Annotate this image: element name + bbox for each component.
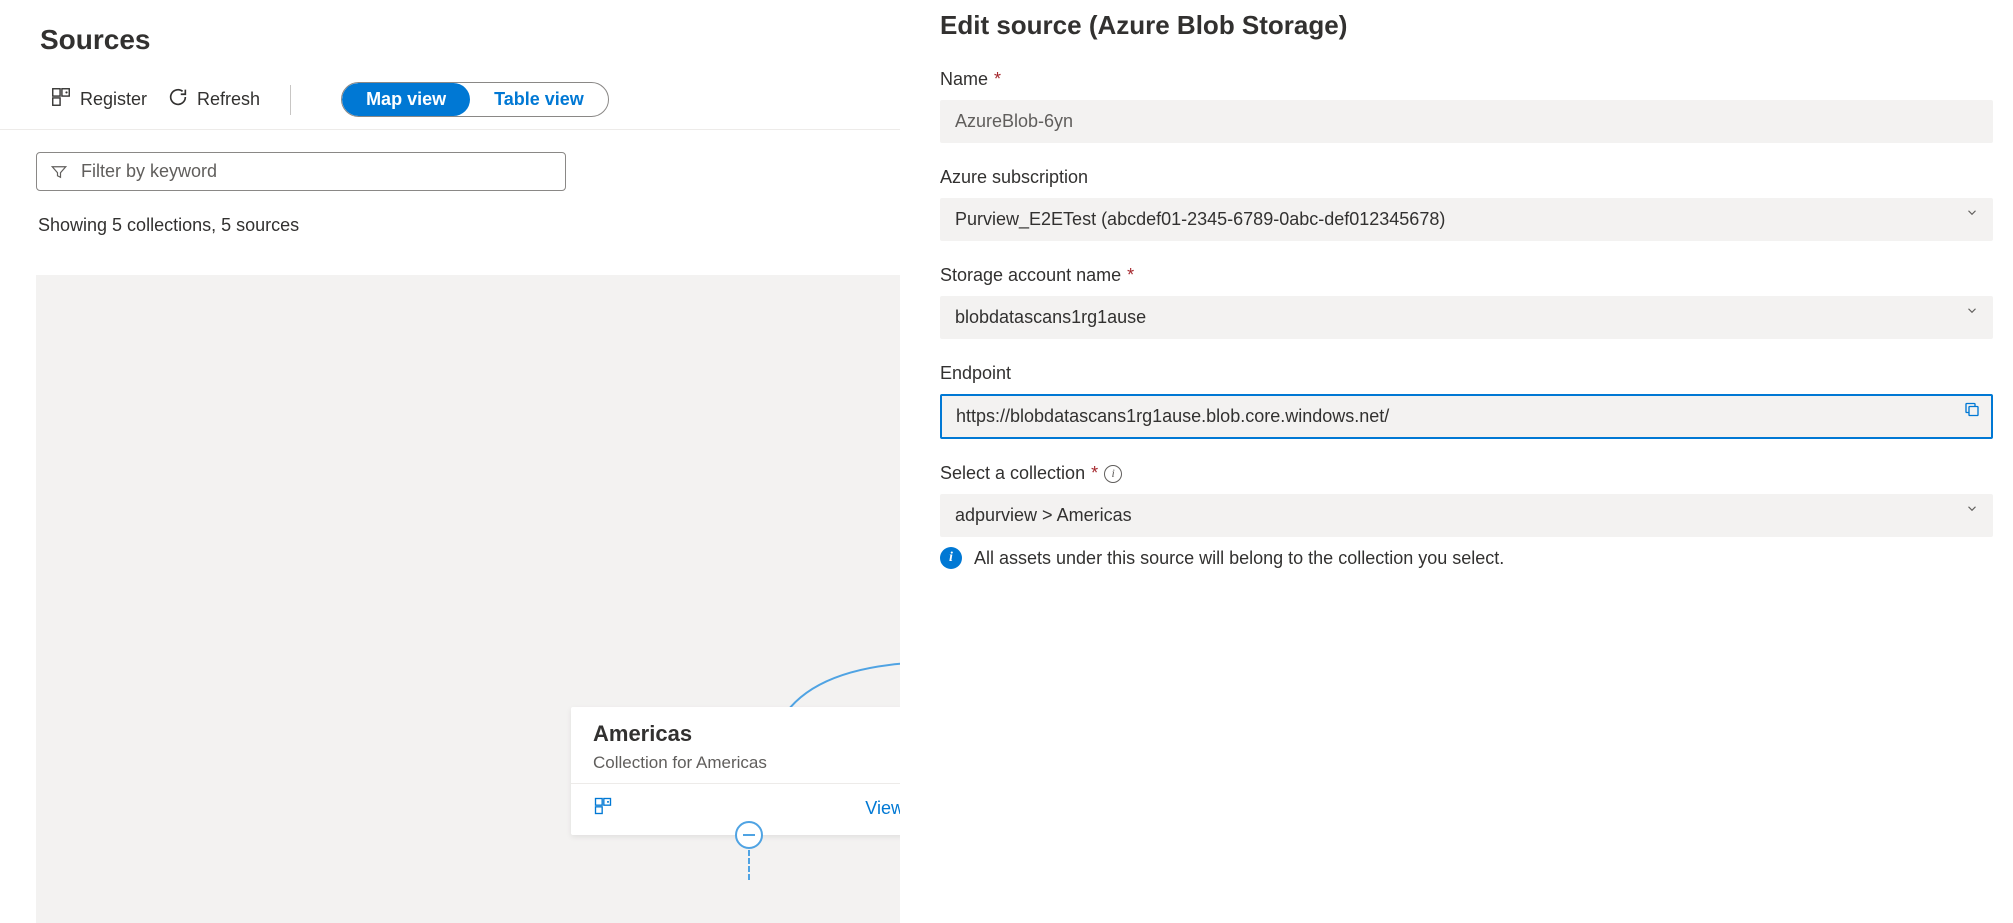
- node-subtitle: Collection for Americas: [593, 753, 900, 773]
- grid-icon: [593, 796, 613, 821]
- name-input: [940, 100, 1993, 143]
- register-icon: [50, 86, 72, 113]
- sources-left-pane: Sources Register Refresh Map view Table …: [0, 0, 900, 923]
- subscription-label: Azure subscription: [940, 167, 1088, 188]
- edit-source-panel: Edit source (Azure Blob Storage) Name * …: [940, 0, 1993, 923]
- collection-node-americas[interactable]: Americas Collection for Americas View: [571, 707, 900, 835]
- map-view-toggle[interactable]: Map view: [342, 83, 470, 116]
- collection-info-row: i All assets under this source will belo…: [940, 547, 1993, 569]
- subscription-select-wrap: [940, 188, 1993, 241]
- name-label: Name *: [940, 69, 1001, 90]
- collection-select[interactable]: [940, 494, 1993, 537]
- panel-title: Edit source (Azure Blob Storage): [940, 10, 1993, 69]
- toolbar: Register Refresh Map view Table view: [0, 74, 900, 130]
- node-header: Americas Collection for Americas: [571, 707, 900, 783]
- table-view-toggle[interactable]: Table view: [470, 83, 608, 116]
- required-asterisk: *: [1127, 265, 1134, 286]
- name-label-text: Name: [940, 69, 988, 90]
- filter-keyword-input[interactable]: [36, 152, 566, 191]
- subscription-select[interactable]: [940, 198, 1993, 241]
- page-title: Sources: [0, 0, 900, 74]
- required-asterisk: *: [1091, 463, 1098, 484]
- refresh-label: Refresh: [197, 89, 260, 110]
- collection-select-wrap: [940, 484, 1993, 537]
- field-name: Name *: [940, 69, 1993, 143]
- storage-select-wrap: [940, 286, 1993, 339]
- child-connector: [748, 850, 750, 880]
- collection-info-text: All assets under this source will belong…: [974, 548, 1504, 569]
- collection-label-text: Select a collection: [940, 463, 1085, 484]
- toolbar-separator: [290, 85, 291, 115]
- field-endpoint: Endpoint: [940, 363, 1993, 439]
- required-asterisk: *: [994, 69, 1001, 90]
- field-collection: Select a collection * i i All assets und…: [940, 463, 1993, 569]
- view-toggle: Map view Table view: [341, 82, 609, 117]
- endpoint-input-wrap: [940, 384, 1993, 439]
- showing-summary: Showing 5 collections, 5 sources: [0, 201, 900, 254]
- endpoint-input[interactable]: [940, 394, 1993, 439]
- register-button[interactable]: Register: [40, 82, 157, 117]
- storage-label-text: Storage account name: [940, 265, 1121, 286]
- copy-icon[interactable]: [1963, 400, 1981, 423]
- view-details-link[interactable]: View: [865, 798, 900, 819]
- collection-label: Select a collection * i: [940, 463, 1122, 484]
- filter-row: [0, 130, 900, 201]
- refresh-button[interactable]: Refresh: [157, 82, 270, 117]
- info-filled-icon: i: [940, 547, 962, 569]
- node-title: Americas: [593, 721, 900, 747]
- refresh-icon: [167, 86, 189, 113]
- register-label: Register: [80, 89, 147, 110]
- field-storage: Storage account name *: [940, 265, 1993, 339]
- info-icon[interactable]: i: [1104, 465, 1122, 483]
- map-canvas[interactable]: Americas Collection for Americas View: [36, 275, 900, 923]
- collapse-toggle[interactable]: [735, 821, 763, 849]
- field-subscription: Azure subscription: [940, 167, 1993, 241]
- filter-input-wrap: [36, 152, 566, 191]
- storage-select[interactable]: [940, 296, 1993, 339]
- storage-label: Storage account name *: [940, 265, 1134, 286]
- endpoint-label: Endpoint: [940, 363, 1011, 384]
